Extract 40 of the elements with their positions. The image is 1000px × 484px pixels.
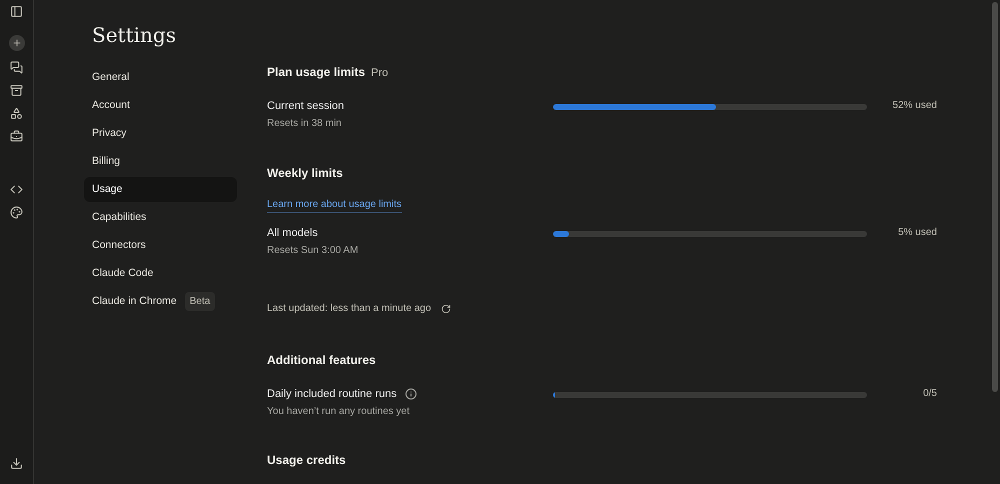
- scrollbar[interactable]: [992, 2, 998, 392]
- nav-item[interactable]: Privacy: [84, 121, 237, 146]
- plan-label: Pro: [371, 66, 388, 81]
- chat-bubbles-icon[interactable]: [10, 61, 23, 74]
- last-updated-text: Last updated: less than a minute ago: [267, 302, 432, 316]
- usage-reading: 5% used: [897, 226, 937, 240]
- section-heading: Usage credits: [267, 452, 347, 468]
- page-title: Settings: [92, 22, 177, 49]
- archive-icon[interactable]: [10, 84, 23, 97]
- nav-item[interactable]: Claude Code: [84, 261, 237, 286]
- code-icon[interactable]: [10, 183, 23, 196]
- download-icon[interactable]: [10, 457, 23, 470]
- meter-label: Daily included routine runs: [267, 387, 397, 402]
- refresh-icon[interactable]: [441, 304, 452, 314]
- nav-item[interactable]: Capabilities: [84, 205, 237, 230]
- section-heading: Additional features: [267, 352, 377, 368]
- usage-reading: 0/5: [922, 387, 937, 401]
- shapes-icon[interactable]: [10, 107, 23, 120]
- nav-item[interactable]: Account: [84, 93, 237, 118]
- section-heading: Plan usage limits: [267, 64, 366, 80]
- meter-detail: Resets Sun 3:00 AM: [267, 244, 360, 258]
- sidebar-toggle-icon[interactable]: [10, 5, 23, 18]
- section-heading: Weekly limits: [267, 165, 344, 181]
- info-icon[interactable]: [404, 388, 417, 400]
- meter-detail: Resets in 38 min: [267, 117, 342, 131]
- nav-item[interactable]: Connectors: [84, 233, 237, 258]
- beta-badge: Beta: [184, 292, 216, 311]
- nav-item[interactable]: Claude in Chrome Beta: [84, 289, 237, 314]
- usage-reading: 52% used: [892, 99, 937, 113]
- meter-label: All models: [267, 226, 318, 241]
- briefcase-icon[interactable]: [10, 130, 23, 143]
- nav-item[interactable]: Usage: [84, 177, 237, 202]
- new-chat-button[interactable]: [8, 35, 24, 51]
- nav-item[interactable]: Billing: [84, 149, 237, 174]
- nav-item[interactable]: General: [84, 65, 237, 90]
- meter-label: Current session: [267, 99, 344, 114]
- plus-icon: [12, 38, 22, 48]
- learn-more-link[interactable]: Learn more about usage limits: [267, 198, 402, 213]
- palette-icon[interactable]: [10, 206, 23, 219]
- meter-detail: You haven’t run any routines yet: [267, 405, 411, 419]
